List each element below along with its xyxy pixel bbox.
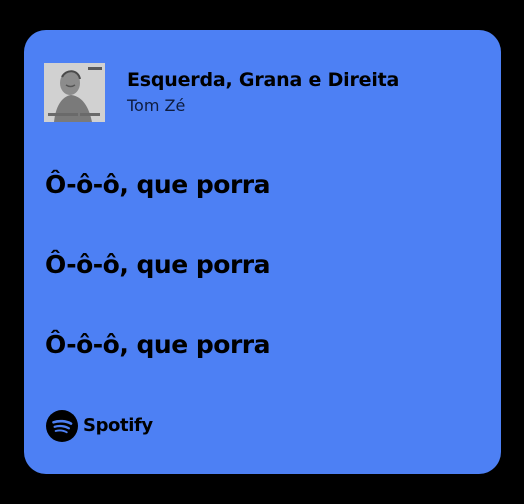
lyric-line: Ô-ô-ô, que porra: [45, 250, 270, 279]
track-header: Esquerda, Grana e Direita Tom Zé: [44, 62, 399, 122]
lyrics-share-card: Esquerda, Grana e Direita Tom Zé Ô-ô-ô, …: [24, 30, 501, 474]
album-cover-image: [44, 62, 105, 122]
spotify-brand: Spotify: [46, 410, 153, 442]
lyric-line: Ô-ô-ô, que porra: [45, 170, 270, 199]
spotify-wordmark: Spotify: [83, 415, 153, 436]
track-title: Esquerda, Grana e Direita: [127, 68, 400, 91]
track-info: Esquerda, Grana e Direita Tom Zé: [127, 68, 399, 117]
album-cover-art-icon: [44, 62, 105, 122]
spotify-icon: [46, 410, 78, 442]
lyrics-block: Ô-ô-ô, que porra Ô-ô-ô, que porra Ô-ô-ô,…: [45, 168, 270, 408]
lyric-line: Ô-ô-ô, que porra: [45, 330, 270, 359]
track-artist: Tom Zé: [127, 95, 186, 115]
